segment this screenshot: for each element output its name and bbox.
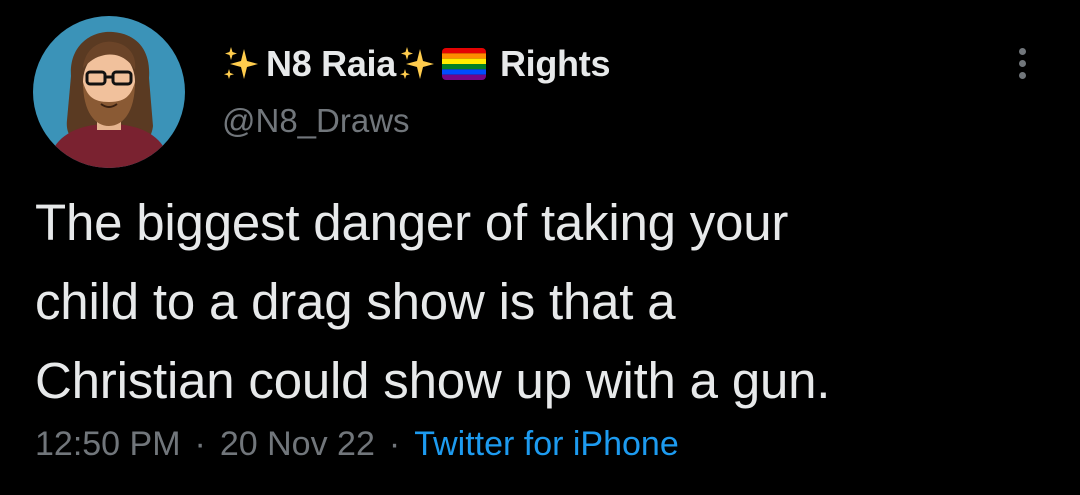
display-name: N8 Raia Rights xyxy=(222,43,610,85)
rainbow-flag-icon xyxy=(441,48,486,80)
sparkles-icon xyxy=(398,45,436,83)
tweet-time[interactable]: 12:50 PM xyxy=(35,425,181,464)
tweet-source-link[interactable]: Twitter for iPhone xyxy=(414,425,679,464)
author-handle[interactable]: @N8_Draws xyxy=(222,102,410,140)
meta-separator: · xyxy=(194,425,206,463)
tweet: N8 Raia Rights @N8_Draws The biggest dan… xyxy=(0,0,1080,495)
meta-separator: · xyxy=(388,425,401,463)
more-options-button[interactable] xyxy=(1004,38,1040,88)
author-name-row[interactable]: N8 Raia Rights xyxy=(222,40,610,88)
more-vertical-icon xyxy=(1018,71,1026,79)
display-name-text: N8 Raia xyxy=(266,43,396,84)
tweet-meta: 12:50 PM · 20 Nov 22 · Twitter for iPhon… xyxy=(35,425,679,464)
tweet-text: The biggest danger of taking your child … xyxy=(35,194,831,409)
display-name-suffix: Rights xyxy=(499,43,611,84)
tweet-date[interactable]: 20 Nov 22 xyxy=(220,425,375,464)
sparkles-icon xyxy=(222,45,260,83)
more-vertical-icon xyxy=(1018,47,1026,55)
bearded-man-avatar-icon xyxy=(33,16,185,168)
more-vertical-icon xyxy=(1018,59,1026,67)
avatar[interactable] xyxy=(33,16,185,168)
